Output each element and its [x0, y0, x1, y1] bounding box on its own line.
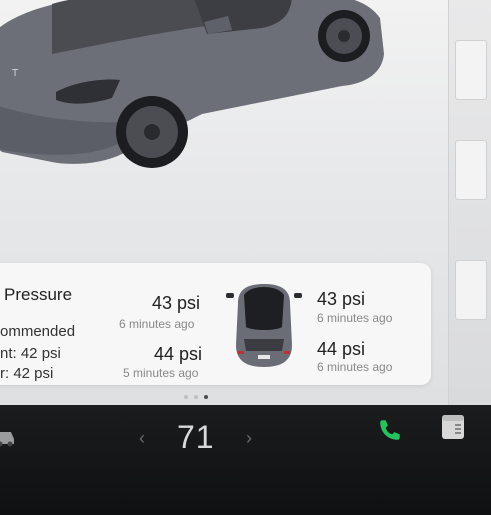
side-panel-slot [455, 40, 487, 100]
temperature-increase-button[interactable]: › [246, 428, 252, 449]
vehicle-image: T [0, 0, 384, 168]
rear-left-tire-updated: 5 minutes ago [123, 366, 199, 380]
side-panel-slot [455, 260, 487, 320]
front-right-tire-updated: 6 minutes ago [317, 311, 393, 325]
front-recommended-pressure: nt: 42 psi [0, 345, 61, 362]
rear-right-tire-pressure: 44 psi [317, 339, 366, 359]
rear-left-tire-pressure: 44 psi [154, 344, 203, 364]
pager-dot-active[interactable] [204, 395, 208, 399]
side-panel-slot [455, 140, 487, 200]
front-left-tire-pressure: 43 psi [152, 293, 201, 313]
phone-icon[interactable] [377, 417, 403, 443]
car-icon[interactable] [0, 429, 16, 447]
svg-text:T: T [11, 68, 19, 79]
front-right-tire-pressure: 43 psi [317, 289, 366, 309]
temperature-decrease-button[interactable]: ‹ [139, 428, 145, 449]
bottom-bar: ‹ 71 › [0, 405, 491, 515]
recommended-label: ommended [0, 323, 76, 340]
rear-right-tire-updated: 6 minutes ago [317, 360, 393, 374]
pager-dot[interactable] [184, 395, 188, 399]
tire-pressure-title: Pressure [4, 285, 73, 304]
front-left-tire-updated: 6 minutes ago [119, 317, 195, 331]
side-panel-edge [448, 0, 491, 405]
cabin-temperature[interactable]: 71 [177, 419, 215, 456]
tire-pressure-card[interactable]: Pressure ommended nt: 42 psi r: 42 psi 4… [0, 263, 431, 385]
rear-recommended-pressure: r: 42 psi [0, 365, 54, 382]
app-launcher-icon[interactable] [440, 413, 466, 441]
top-view-car-icon [226, 284, 302, 367]
pager-dot[interactable] [194, 395, 198, 399]
card-pager [180, 395, 220, 401]
